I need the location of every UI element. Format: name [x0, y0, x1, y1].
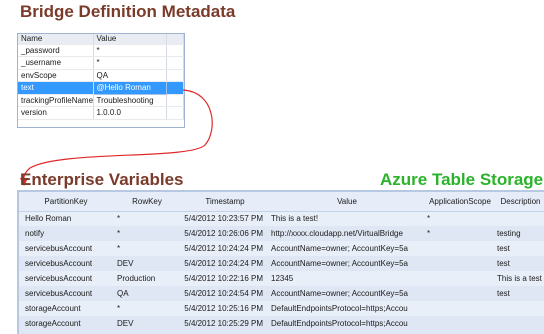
partitionkey-cell[interactable]: servicebusAccount — [19, 241, 113, 256]
partitionkey-cell[interactable]: servicebusAccount — [19, 256, 113, 271]
applicationscope-column-header[interactable]: ApplicationScope — [425, 192, 495, 212]
table-row[interactable]: storageAccount * 5/4/2012 10:25:16 PM Defau… — [19, 301, 544, 316]
applicationscope-cell[interactable] — [425, 286, 495, 301]
description-cell[interactable] — [495, 316, 544, 331]
rowkey-cell[interactable]: QA — [113, 286, 181, 301]
description-column-header[interactable]: Description — [495, 192, 544, 212]
description-cell[interactable]: test — [495, 241, 544, 256]
table-row[interactable]: notify * 5/4/2012 10:26:06 PM http://xxxx.c… — [19, 226, 544, 241]
partitionkey-cell[interactable]: storageAccount — [19, 301, 113, 316]
value-cell[interactable]: AccountName=owner; AccountKey=5a — [269, 241, 425, 256]
timestamp-cell[interactable]: 5/4/2012 10:24:24 PM — [181, 241, 269, 256]
applicationscope-cell[interactable] — [425, 256, 495, 271]
table-row[interactable]: servicebusAccount QA 5/4/2012 10:24:54 PM A… — [19, 286, 544, 301]
partitionkey-cell[interactable]: servicebusAccount — [19, 271, 113, 286]
timestamp-cell[interactable]: 5/4/2012 10:22:16 PM — [181, 271, 269, 286]
rowkey-cell[interactable]: * — [113, 226, 181, 241]
rowkey-column-header[interactable]: RowKey — [113, 192, 181, 212]
description-cell[interactable]: test — [495, 286, 544, 301]
value-cell[interactable]: AccountName=owner; AccountKey=5a — [269, 256, 425, 271]
table-row[interactable]: servicebusAccount Production 5/4/2012 10:2… — [19, 271, 544, 286]
timestamp-column-header[interactable]: Timestamp — [181, 192, 269, 212]
value-cell[interactable]: http://xxxx.cloudapp.net/VirtualBridge — [269, 226, 425, 241]
arrow-curve — [23, 89, 213, 182]
applicationscope-cell[interactable] — [425, 316, 495, 331]
enterprise-variables-title: Enterprise Variables — [20, 170, 184, 189]
partitionkey-column-header[interactable]: PartitionKey — [19, 192, 113, 212]
table-storage-grid: PartitionKey RowKey Timestamp Value Appl… — [17, 190, 544, 334]
description-cell[interactable]: test — [495, 256, 544, 271]
table-row[interactable]: servicebusAccount * 5/4/2012 10:24:24 PM Ac… — [19, 241, 544, 256]
applicationscope-cell[interactable] — [425, 271, 495, 286]
description-cell[interactable] — [495, 301, 544, 316]
value-cell[interactable]: AccountName=owner; AccountKey=5a — [269, 286, 425, 301]
applicationscope-cell[interactable] — [425, 301, 495, 316]
partitionkey-cell[interactable]: storageAccount — [19, 316, 113, 331]
partitionkey-cell[interactable]: servicebusAccount — [19, 286, 113, 301]
rowkey-cell[interactable]: DEV — [113, 256, 181, 271]
value-cell[interactable]: This is a test! — [269, 211, 425, 226]
value-column-header[interactable]: Value — [269, 192, 425, 212]
timestamp-cell[interactable]: 5/4/2012 10:26:06 PM — [181, 226, 269, 241]
timestamp-cell[interactable]: 5/4/2012 10:25:29 PM — [181, 316, 269, 331]
table-row[interactable]: Hello Roman * 5/4/2012 10:23:57 PM This is … — [19, 211, 544, 226]
description-cell[interactable] — [495, 211, 544, 226]
table-row[interactable]: storageAccount DEV 5/4/2012 10:25:29 PM Def… — [19, 316, 544, 331]
timestamp-cell[interactable]: 5/4/2012 10:23:57 PM — [181, 211, 269, 226]
value-cell[interactable]: DefaultEndpointsProtocol=https;Accou — [269, 301, 425, 316]
partitionkey-cell[interactable]: Hello Roman — [19, 211, 113, 226]
rowkey-cell[interactable]: DEV — [113, 316, 181, 331]
applicationscope-cell[interactable] — [425, 241, 495, 256]
description-cell[interactable]: testing — [495, 226, 544, 241]
azure-table-storage-title: Azure Table Storage — [380, 170, 544, 189]
applicationscope-cell[interactable]: * — [425, 211, 495, 226]
rowkey-cell[interactable]: * — [113, 301, 181, 316]
description-cell[interactable]: This is a test — [495, 271, 544, 286]
table-row[interactable]: servicebusAccount DEV 5/4/2012 10:24:24 PM… — [19, 256, 544, 271]
timestamp-cell[interactable]: 5/4/2012 10:24:54 PM — [181, 286, 269, 301]
rowkey-cell[interactable]: Production — [113, 271, 181, 286]
applicationscope-cell[interactable]: * — [425, 226, 495, 241]
value-cell[interactable]: 12345 — [269, 271, 425, 286]
rowkey-cell[interactable]: * — [113, 211, 181, 226]
rowkey-cell[interactable]: * — [113, 241, 181, 256]
storage-grid-header: PartitionKey RowKey Timestamp Value Appl… — [19, 192, 544, 212]
timestamp-cell[interactable]: 5/4/2012 10:25:16 PM — [181, 301, 269, 316]
value-cell[interactable]: DefaultEndpointsProtocol=https;Accou — [269, 316, 425, 331]
partitionkey-cell[interactable]: notify — [19, 226, 113, 241]
timestamp-cell[interactable]: 5/4/2012 10:24:24 PM — [181, 256, 269, 271]
